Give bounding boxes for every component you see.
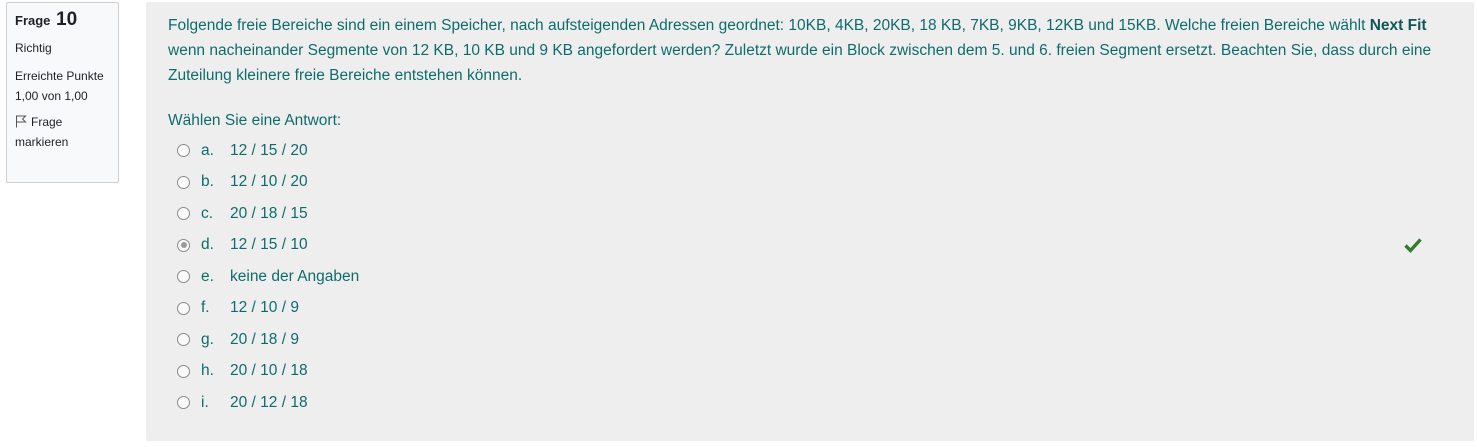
answer-letter: a. <box>201 141 214 159</box>
answer-text: 20 / 12 / 18 <box>230 393 308 411</box>
answer-letter: g. <box>201 330 214 348</box>
answer-option-c[interactable]: c. 20 / 18 / 15 <box>168 198 1452 230</box>
answer-text: 12 / 15 / 10 <box>230 236 308 254</box>
answer-text: 12 / 15 / 20 <box>230 141 308 159</box>
answer-letter: e. <box>201 267 214 285</box>
radio-button[interactable] <box>177 301 190 315</box>
question-text-part1: Folgende freie Bereiche sind ein einem S… <box>168 17 1370 34</box>
checkmark-icon <box>1404 237 1422 253</box>
answer-option-d[interactable]: d. 12 / 15 / 10 <box>168 230 1452 262</box>
answer-text: 20 / 18 / 9 <box>230 330 299 348</box>
answer-text: 12 / 10 / 20 <box>230 173 308 191</box>
answer-option-f[interactable]: f. 12 / 10 / 9 <box>168 293 1452 325</box>
radio-button-selected[interactable] <box>177 238 190 252</box>
answer-letter: d. <box>201 236 214 254</box>
question-info-box: Frage 10 Richtig Erreichte Punkte 1,00 v… <box>6 2 119 183</box>
question-text-bold: Next Fit <box>1369 17 1427 34</box>
answer-option-h[interactable]: h. 20 / 10 / 18 <box>168 356 1452 388</box>
radio-button[interactable] <box>177 396 190 410</box>
answer-text: 12 / 10 / 9 <box>230 299 299 317</box>
question-text: Folgende freie Bereiche sind ein einem S… <box>168 13 1452 88</box>
question-number: Frage 10 <box>15 9 110 32</box>
radio-button[interactable] <box>177 207 190 221</box>
question-text-part2: wenn nacheinander Segmente von 12 KB, 10… <box>168 42 1432 84</box>
question-number-value: 10 <box>56 9 78 30</box>
answer-option-i[interactable]: i. 20 / 12 / 18 <box>168 387 1452 419</box>
radio-button[interactable] <box>177 364 190 378</box>
question-state: Richtig <box>15 41 52 55</box>
answer-letter: h. <box>201 362 214 380</box>
answer-prompt: Wählen Sie eine Antwort: <box>168 112 342 129</box>
radio-button[interactable] <box>177 175 190 189</box>
radio-button[interactable] <box>177 270 190 284</box>
answer-letter: c. <box>201 204 214 222</box>
quiz-page: Frage 10 Richtig Erreichte Punkte 1,00 v… <box>0 0 1477 447</box>
flag-question-link[interactable]: Frage markieren <box>15 112 110 152</box>
answer-text: 20 / 10 / 18 <box>230 362 308 380</box>
answer-option-g[interactable]: g. 20 / 18 / 9 <box>168 324 1452 356</box>
radio-button[interactable] <box>177 333 190 347</box>
answer-list: a. 12 / 15 / 20 b. 12 / 10 / 20 c. 20 / … <box>168 135 1452 419</box>
radio-button[interactable] <box>177 144 190 158</box>
question-content: Folgende freie Bereiche sind ein einem S… <box>146 2 1474 441</box>
answer-text: keine der Angaben <box>230 267 360 285</box>
answer-letter: f. <box>201 299 210 317</box>
answer-text: 20 / 18 / 15 <box>230 204 308 222</box>
question-grade: Erreichte Punkte 1,00 von 1,00 <box>15 69 104 103</box>
question-number-label: Frage <box>15 13 51 28</box>
answer-option-b[interactable]: b. 12 / 10 / 20 <box>168 167 1452 199</box>
answer-option-a[interactable]: a. 12 / 15 / 20 <box>168 135 1452 167</box>
flag-icon <box>16 115 27 128</box>
answer-option-e[interactable]: e. keine der Angaben <box>168 261 1452 293</box>
answer-letter: i. <box>201 393 209 411</box>
answer-letter: b. <box>201 173 214 191</box>
